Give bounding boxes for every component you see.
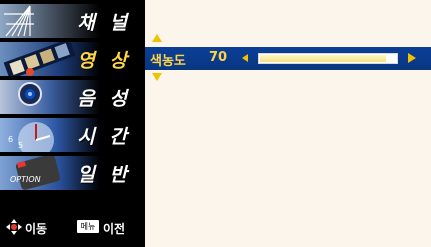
level-slider-fill bbox=[260, 55, 386, 62]
menu-item-picture[interactable]: 영 상 bbox=[0, 40, 145, 78]
menu-item-label: 영 상 bbox=[77, 50, 131, 72]
increase-arrow-icon[interactable] bbox=[408, 53, 416, 63]
setting-row-color[interactable]: 색농도 70 bbox=[145, 47, 431, 70]
menu-key-badge: 메뉴 bbox=[77, 220, 99, 233]
menu-item-label: 시 간 bbox=[77, 126, 131, 148]
menu-item-channel[interactable]: 채 널 bbox=[0, 2, 145, 40]
menu-item-label: 일 반 bbox=[77, 164, 131, 186]
back-label: 이전 bbox=[103, 222, 126, 236]
menu-item-sound[interactable]: 음 성 bbox=[0, 78, 145, 116]
setting-value: 70 bbox=[209, 50, 228, 65]
tv-osd-menu: 채 널 영 상 음 성 6 5 시 간 OPTION 일 반 이동 메뉴 이전 … bbox=[0, 0, 431, 247]
move-arrows-icon bbox=[6, 219, 22, 235]
menu-item-label: 음 성 bbox=[77, 88, 131, 110]
option-icon-label: OPTION bbox=[10, 175, 41, 184]
move-label: 이동 bbox=[25, 222, 48, 236]
nav-hint-bar: 이동 메뉴 이전 bbox=[6, 219, 145, 237]
level-slider[interactable] bbox=[258, 53, 398, 64]
setting-name: 색농도 bbox=[150, 54, 186, 69]
scroll-up-arrow-icon[interactable] bbox=[152, 34, 162, 42]
svg-text:5: 5 bbox=[18, 141, 23, 150]
main-menu: 채 널 영 상 음 성 6 5 시 간 OPTION 일 반 이동 메뉴 이전 bbox=[0, 0, 145, 247]
scroll-down-arrow-icon[interactable] bbox=[152, 73, 162, 81]
menu-item-label: 채 널 bbox=[77, 12, 131, 34]
menu-item-general[interactable]: OPTION 일 반 bbox=[0, 154, 145, 192]
menu-item-time[interactable]: 6 5 시 간 bbox=[0, 116, 145, 154]
decrease-arrow-icon[interactable] bbox=[242, 54, 248, 62]
svg-text:6: 6 bbox=[8, 135, 13, 144]
